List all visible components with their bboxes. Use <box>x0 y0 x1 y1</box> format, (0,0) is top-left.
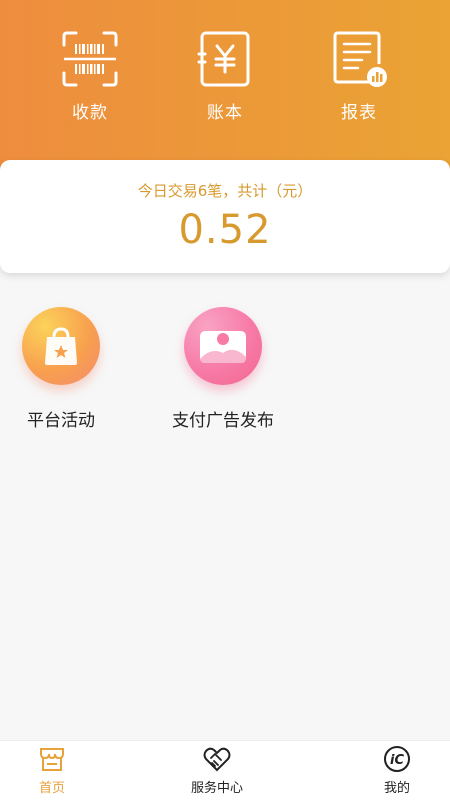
tab-service-center[interactable]: 服务中心 <box>172 745 262 796</box>
platform-activity-button[interactable]: 平台活动 <box>0 307 141 431</box>
collect-payment-label: 收款 <box>72 103 108 123</box>
ic-logo-icon: iC <box>383 745 411 773</box>
tab-home[interactable]: 首页 <box>7 745 97 796</box>
collect-payment-button[interactable]: 收款 <box>35 30 145 123</box>
ledger-label: 账本 <box>207 103 243 123</box>
svg-text:iC: iC <box>390 753 404 768</box>
tab-home-label: 首页 <box>38 781 65 796</box>
platform-activity-label: 平台活动 <box>27 411 95 431</box>
today-summary-card: 今日交易6笔，共计（元） 0.52 <box>0 160 450 273</box>
ledger-button[interactable]: 账本 <box>170 30 280 123</box>
tab-mine[interactable]: iC 我的 <box>352 745 442 796</box>
summary-title: 今日交易6笔，共计（元） <box>137 182 313 200</box>
report-label: 报表 <box>341 103 377 123</box>
summary-amount: 0.52 <box>178 207 272 253</box>
bottom-tab-bar: 首页 服务中心 iC 我的 <box>0 740 450 800</box>
payment-ad-publish-label: 支付广告发布 <box>172 411 274 431</box>
store-icon <box>38 745 66 773</box>
tab-service-center-label: 服务中心 <box>190 781 243 796</box>
payment-ad-publish-button[interactable]: 支付广告发布 <box>143 307 303 431</box>
tab-mine-label: 我的 <box>383 781 410 796</box>
landscape-image-icon <box>184 307 262 385</box>
shopping-bag-icon <box>22 307 100 385</box>
report-button[interactable]: 报表 <box>304 30 414 123</box>
report-icon <box>330 30 388 88</box>
handshake-icon <box>203 745 231 773</box>
barcode-scan-icon <box>61 30 119 88</box>
yen-ledger-icon <box>196 30 254 88</box>
